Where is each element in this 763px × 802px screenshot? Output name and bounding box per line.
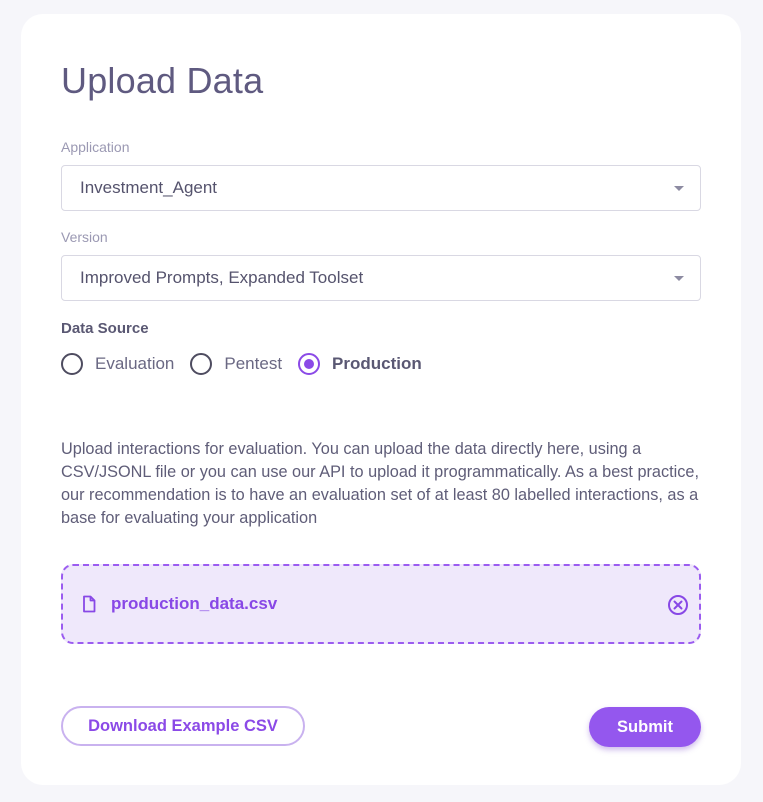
application-value: Investment_Agent [80,178,218,197]
submit-button[interactable]: Submit [589,707,701,747]
version-select[interactable]: Improved Prompts, Expanded Toolset [61,255,701,301]
close-circle-icon[interactable] [667,594,689,616]
radio-pentest[interactable] [190,353,213,375]
uploaded-file-name: production_data.csv [111,594,278,613]
radio-production[interactable] [298,353,321,375]
radio-evaluation[interactable] [61,353,83,375]
radio-option-production[interactable]: Production [298,353,422,375]
radio-label-evaluation: Evaluation [95,354,175,373]
download-example-csv-button[interactable]: Download Example CSV [61,706,305,746]
radio-option-evaluation[interactable]: Evaluation [61,353,174,375]
data-source-label: Data Source [61,320,149,337]
chevron-down-icon [674,186,684,191]
version-value: Improved Prompts, Expanded Toolset [80,268,364,287]
upload-description: Upload interactions for evaluation. You … [61,440,699,527]
file-dropzone[interactable]: production_data.csv [61,564,701,644]
page-title: Upload Data [61,60,264,101]
data-source-radio-group: Evaluation Pentest Production [61,351,438,377]
file-icon [83,595,96,613]
radio-option-pentest[interactable]: Pentest [190,353,282,375]
radio-label-production: Production [332,354,422,373]
application-label: Application [61,139,130,155]
chevron-down-icon [674,276,684,281]
upload-card: Upload Data Application Investment_Agent… [21,14,741,785]
version-label: Version [61,229,108,245]
application-select[interactable]: Investment_Agent [61,165,701,211]
radio-label-pentest: Pentest [224,354,283,373]
